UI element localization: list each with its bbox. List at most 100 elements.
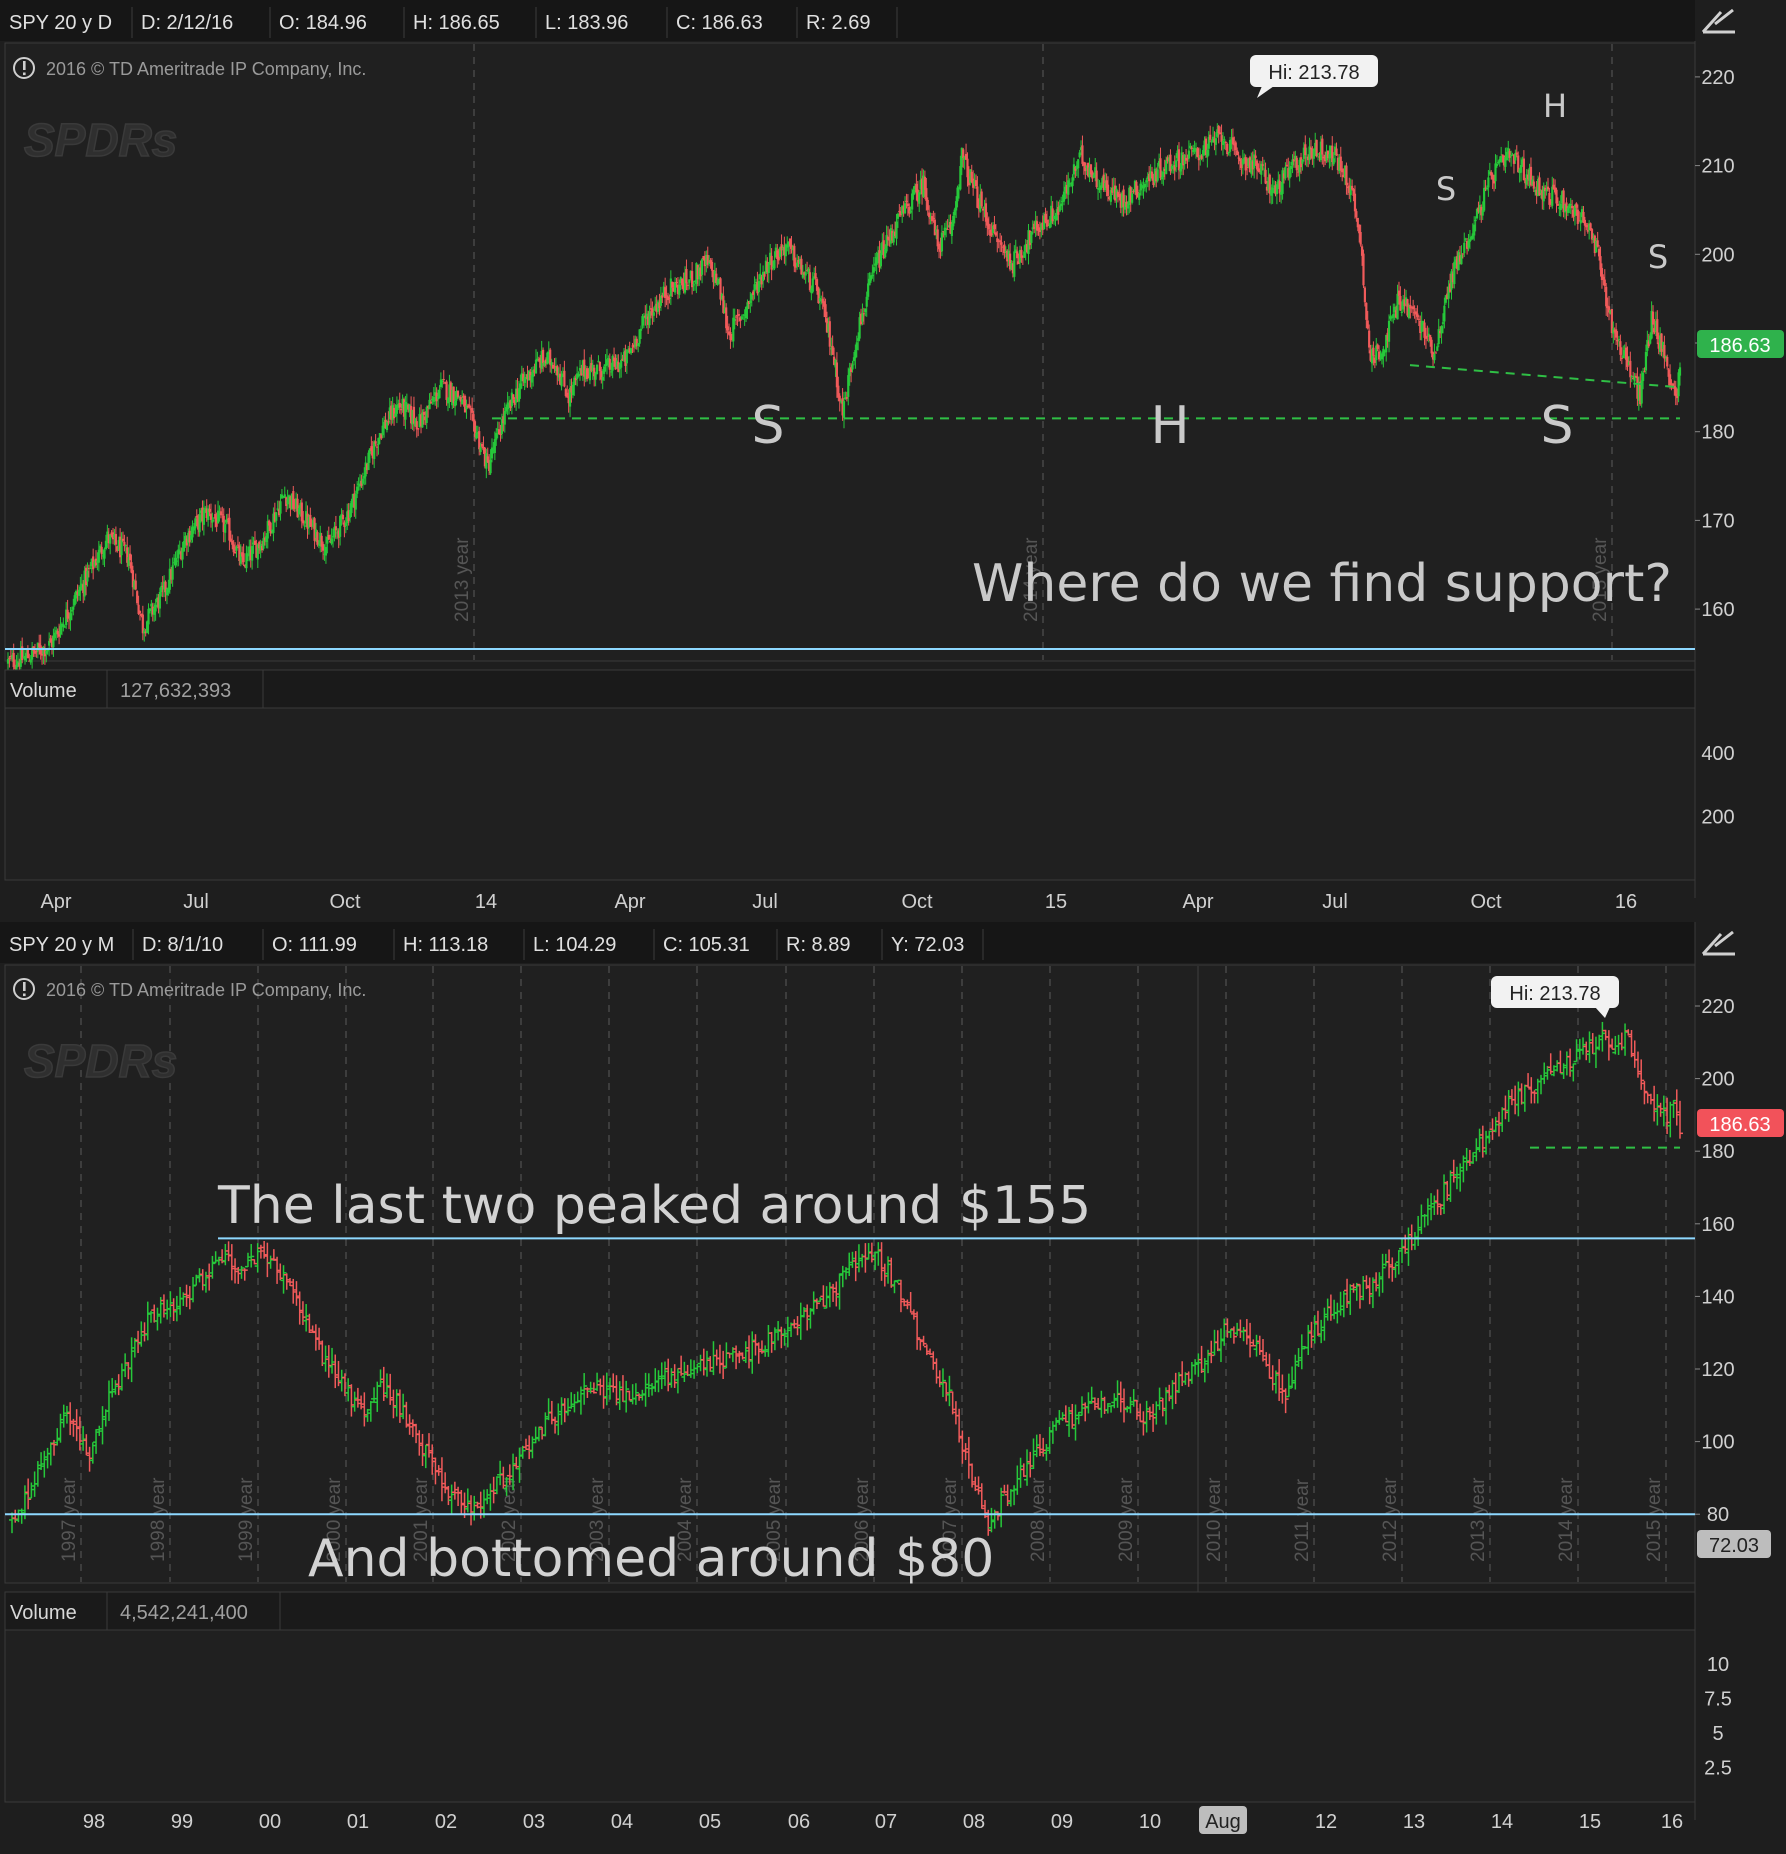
- candle-body: [1304, 144, 1306, 155]
- candle-body: [1239, 158, 1241, 161]
- candle-body: [487, 456, 489, 462]
- candle-body: [342, 515, 344, 519]
- price-tick-label: 180: [1701, 1141, 1734, 1163]
- candle-body: [1516, 153, 1518, 155]
- header-field-2: O: 184.96: [279, 12, 367, 34]
- candle-body: [142, 615, 144, 634]
- candle-body: [1235, 142, 1237, 150]
- candle-body: [421, 413, 423, 428]
- candle-body: [687, 285, 689, 286]
- candle-body: [1272, 187, 1274, 193]
- candle-body: [907, 204, 909, 207]
- header-field-1: D: 8/1/10: [142, 934, 223, 956]
- candle-body: [254, 541, 256, 545]
- candle-body: [1351, 186, 1353, 190]
- candle-body: [577, 374, 579, 376]
- time-label: Apr: [40, 891, 71, 913]
- candle-body: [572, 385, 574, 395]
- candle-body: [959, 166, 961, 189]
- candle-body: [1354, 194, 1356, 212]
- candle-body: [805, 272, 807, 275]
- candle-body: [952, 216, 954, 226]
- candle-body: [71, 610, 73, 612]
- candle-body: [1225, 142, 1227, 143]
- year-marker-label: 2009 year: [1116, 1477, 1137, 1562]
- candle-body: [105, 541, 107, 549]
- drawing-tool-icon[interactable]: [1697, 2, 1737, 40]
- header-field-0: SPY 20 y D: [9, 12, 112, 34]
- candle-body: [1218, 126, 1220, 133]
- price-tick-label: 80: [1707, 1504, 1729, 1526]
- candle-body: [1107, 185, 1109, 196]
- candle-body: [1642, 373, 1644, 381]
- candle-body: [542, 350, 544, 363]
- candle-body: [1159, 158, 1161, 178]
- hs-small-right-shoulder: S: [1648, 238, 1668, 276]
- candle-body: [912, 190, 914, 195]
- candle-body: [905, 201, 907, 202]
- candle-body: [1453, 262, 1455, 284]
- candle-body: [172, 565, 174, 579]
- candle-body: [233, 545, 235, 553]
- time-label: 14: [475, 891, 497, 913]
- candle-body: [674, 282, 676, 292]
- candle-body: [245, 553, 247, 568]
- year-marker-label: 2012 year: [1380, 1477, 1401, 1562]
- candle-body: [1060, 204, 1062, 207]
- candle-body: [58, 634, 60, 637]
- candle-body: [335, 526, 337, 530]
- time-label: Jul: [183, 891, 209, 913]
- candle-body: [1013, 251, 1015, 277]
- candle-body: [1483, 188, 1485, 211]
- price-tick-label: 210: [1701, 156, 1734, 178]
- candle-body: [678, 285, 680, 295]
- hs-small-left-shoulder: S: [1436, 170, 1456, 208]
- candle-body: [851, 365, 853, 370]
- candle-body: [1656, 319, 1658, 339]
- candle-body: [322, 544, 324, 551]
- year-marker-label: 2013 year: [452, 537, 473, 622]
- price-tick-label: 170: [1701, 510, 1734, 532]
- candle-body: [243, 553, 245, 562]
- candle-body: [1577, 210, 1579, 224]
- candle-body: [729, 332, 731, 340]
- candle-body: [1341, 169, 1343, 173]
- candle-body: [304, 526, 306, 527]
- year-marker-label: 2010 year: [1204, 1477, 1225, 1562]
- candle-body: [1367, 320, 1369, 328]
- price-tick-label: 180: [1701, 422, 1734, 444]
- candle-body: [103, 550, 105, 559]
- candle-body: [1436, 346, 1438, 350]
- time-label: Oct: [329, 891, 361, 913]
- candle-body: [480, 447, 482, 452]
- candle-body: [1645, 352, 1647, 370]
- candle-body: [832, 346, 834, 355]
- candle-body: [1622, 356, 1624, 359]
- candle-body: [856, 342, 858, 350]
- candle-body: [1257, 168, 1259, 171]
- candle-body: [925, 188, 927, 201]
- candle-body: [692, 284, 694, 285]
- candle-body: [461, 399, 463, 404]
- candle-body: [370, 446, 372, 451]
- top-volume-label: Volume: [10, 680, 77, 702]
- candle-body: [928, 213, 930, 218]
- candle-body: [471, 408, 473, 413]
- candle-body: [1418, 319, 1420, 320]
- candle-body: [355, 494, 357, 510]
- candle-body: [904, 203, 906, 213]
- candle-body: [1523, 159, 1525, 181]
- top-watermark-logo: SPDRs: [24, 114, 177, 166]
- drawing-tool-icon-bottom[interactable]: [1697, 924, 1737, 962]
- candle-body: [1652, 312, 1654, 325]
- candle-body: [843, 401, 845, 418]
- candle-body: [377, 438, 379, 445]
- candle-body: [947, 229, 949, 230]
- candle-body: [1023, 251, 1025, 257]
- candle-body: [758, 281, 760, 292]
- hs-big-right-shoulder: S: [1540, 396, 1573, 456]
- candle-body: [1365, 303, 1367, 320]
- candle-body: [1355, 211, 1357, 217]
- candle-body: [1412, 306, 1414, 309]
- candle-body: [789, 239, 791, 246]
